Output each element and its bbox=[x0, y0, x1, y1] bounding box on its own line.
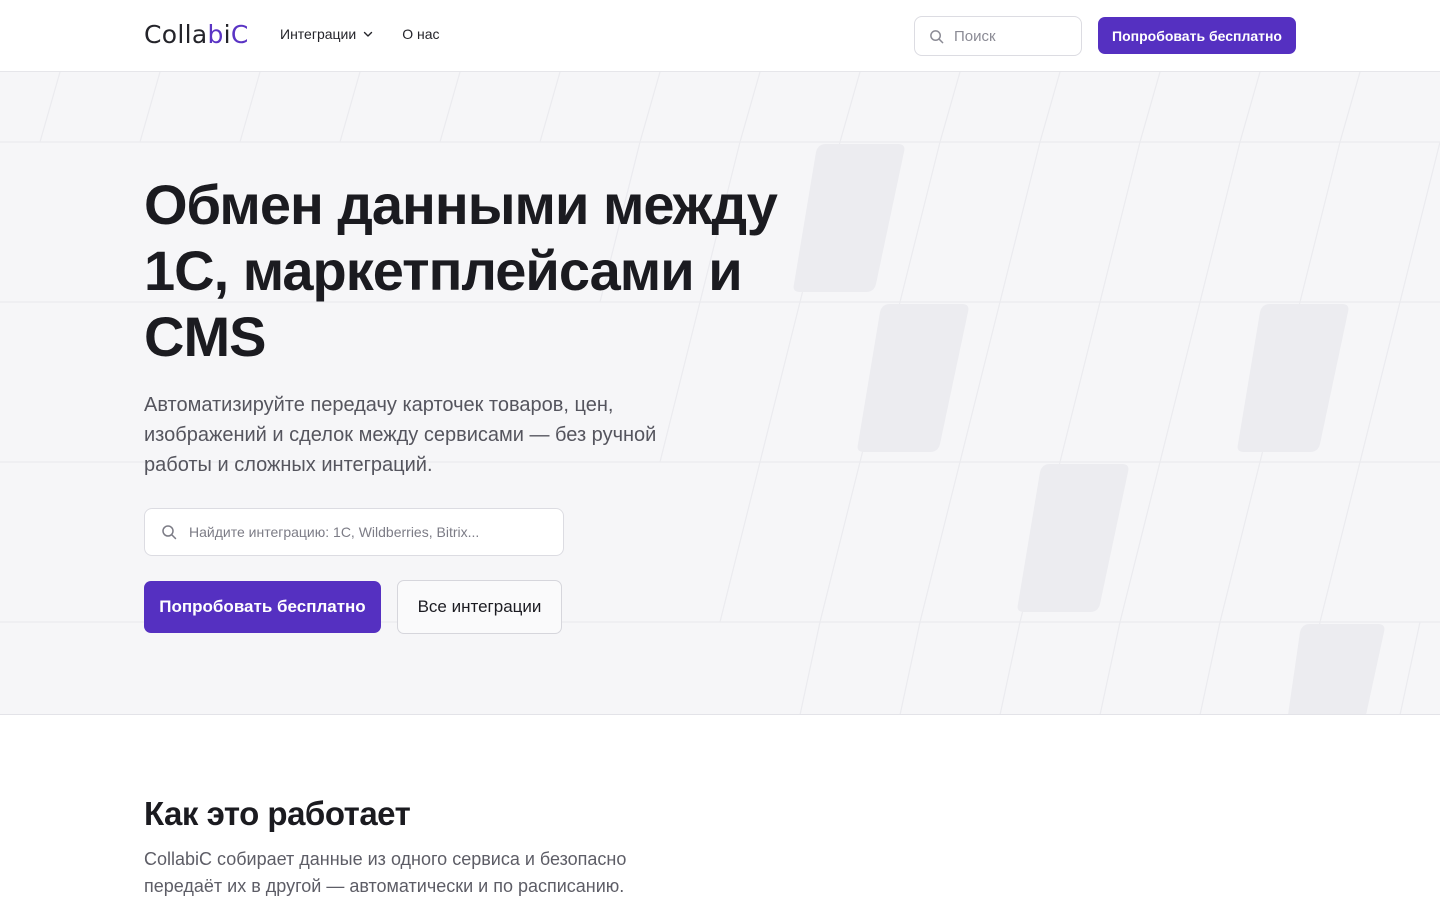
nav-item-integrations[interactable]: Интеграции bbox=[280, 26, 374, 42]
integration-search[interactable] bbox=[144, 508, 564, 556]
nav-item-about[interactable]: О нас bbox=[402, 26, 439, 42]
main-nav: Интеграции О нас bbox=[280, 26, 439, 42]
hero-try-free-button[interactable]: Попробовать бесплатно bbox=[144, 581, 381, 633]
search-icon bbox=[162, 525, 177, 540]
chevron-down-icon bbox=[363, 31, 373, 37]
search-icon bbox=[930, 29, 944, 43]
hero-subtitle: Автоматизируйте передачу карточек товаро… bbox=[144, 394, 657, 476]
all-integrations-button[interactable]: Все интеграции bbox=[397, 580, 562, 634]
site-header: CollabiC Интеграции О нас Попробовать бе… bbox=[0, 0, 1440, 72]
logo-text-3: i bbox=[223, 20, 231, 49]
logo-text-1: Colla bbox=[144, 20, 208, 49]
hero-title-line-3: CMS bbox=[144, 305, 266, 368]
logo-text-2: b bbox=[207, 20, 224, 49]
how-it-works-title: Как это работает bbox=[144, 795, 411, 832]
header-search-input[interactable] bbox=[954, 27, 1064, 45]
nav-item-label: О нас bbox=[402, 26, 440, 42]
hero-title: Обмен данными между 1С, маркетплейсами и… bbox=[144, 172, 804, 370]
logo[interactable]: CollabiC bbox=[144, 20, 249, 49]
header-try-free-button[interactable]: Попробовать бесплатно bbox=[1098, 17, 1296, 54]
hero-title-line-2: 1С, маркетплейсами и bbox=[144, 239, 743, 302]
nav-item-label: Интеграции bbox=[280, 26, 357, 42]
integration-search-input[interactable] bbox=[189, 524, 549, 540]
header-search[interactable] bbox=[914, 16, 1082, 56]
hero-section: Обмен данными между 1С, маркетплейсами и… bbox=[0, 72, 1440, 715]
how-it-works-text: CollabiC собирает данные из одного серви… bbox=[144, 849, 627, 896]
logo-text-4: C bbox=[230, 20, 249, 49]
hero-title-line-1: Обмен данными между bbox=[144, 173, 778, 236]
